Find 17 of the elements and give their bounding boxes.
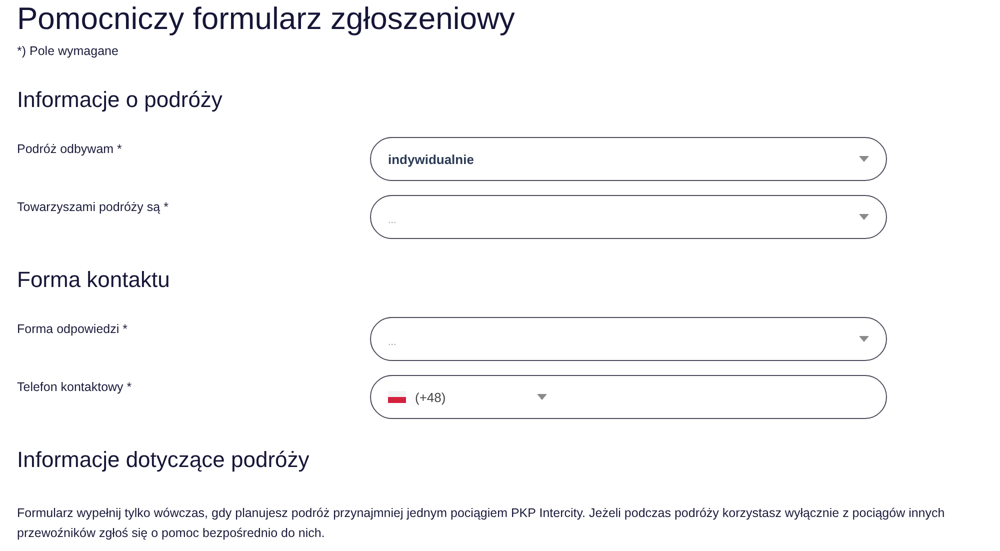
page-title: Pomocniczy formularz zgłoszeniowy <box>17 0 515 38</box>
section-heading: Forma kontaktu <box>17 267 170 293</box>
field-label: Telefon kontaktowy * <box>17 379 132 394</box>
section-heading: Informacje dotyczące podróży <box>17 447 310 473</box>
caret-icon <box>859 156 869 162</box>
section-heading: Informacje o podróży <box>17 87 222 113</box>
field-label: Forma odpowiedzi * <box>17 321 128 336</box>
info-paragraph: Formularz wypełnij tylko wówczas, gdy planujesz podróż przynajmniej jednym pociągiem PKP Intercity. Jeżeli podczas podróży korzystasz wyłącznie z pociągów innych przewoźników zgłoś się o pomoc bezpośrednio do nich. <box>17 505 946 542</box>
field-label: Podróż odbywam * <box>17 141 122 156</box>
required-note: *) Pole wymagane <box>17 43 118 59</box>
flag-icon <box>388 391 406 403</box>
dropdown-field[interactable]: indywidualnie <box>370 137 887 181</box>
caret-icon <box>859 336 869 342</box>
phone-field[interactable]: (+48) <box>370 375 887 419</box>
caret-icon <box>859 214 869 220</box>
caret-icon[interactable] <box>536 394 547 400</box>
field-label: Towarzyszami podróży są * <box>17 199 168 214</box>
